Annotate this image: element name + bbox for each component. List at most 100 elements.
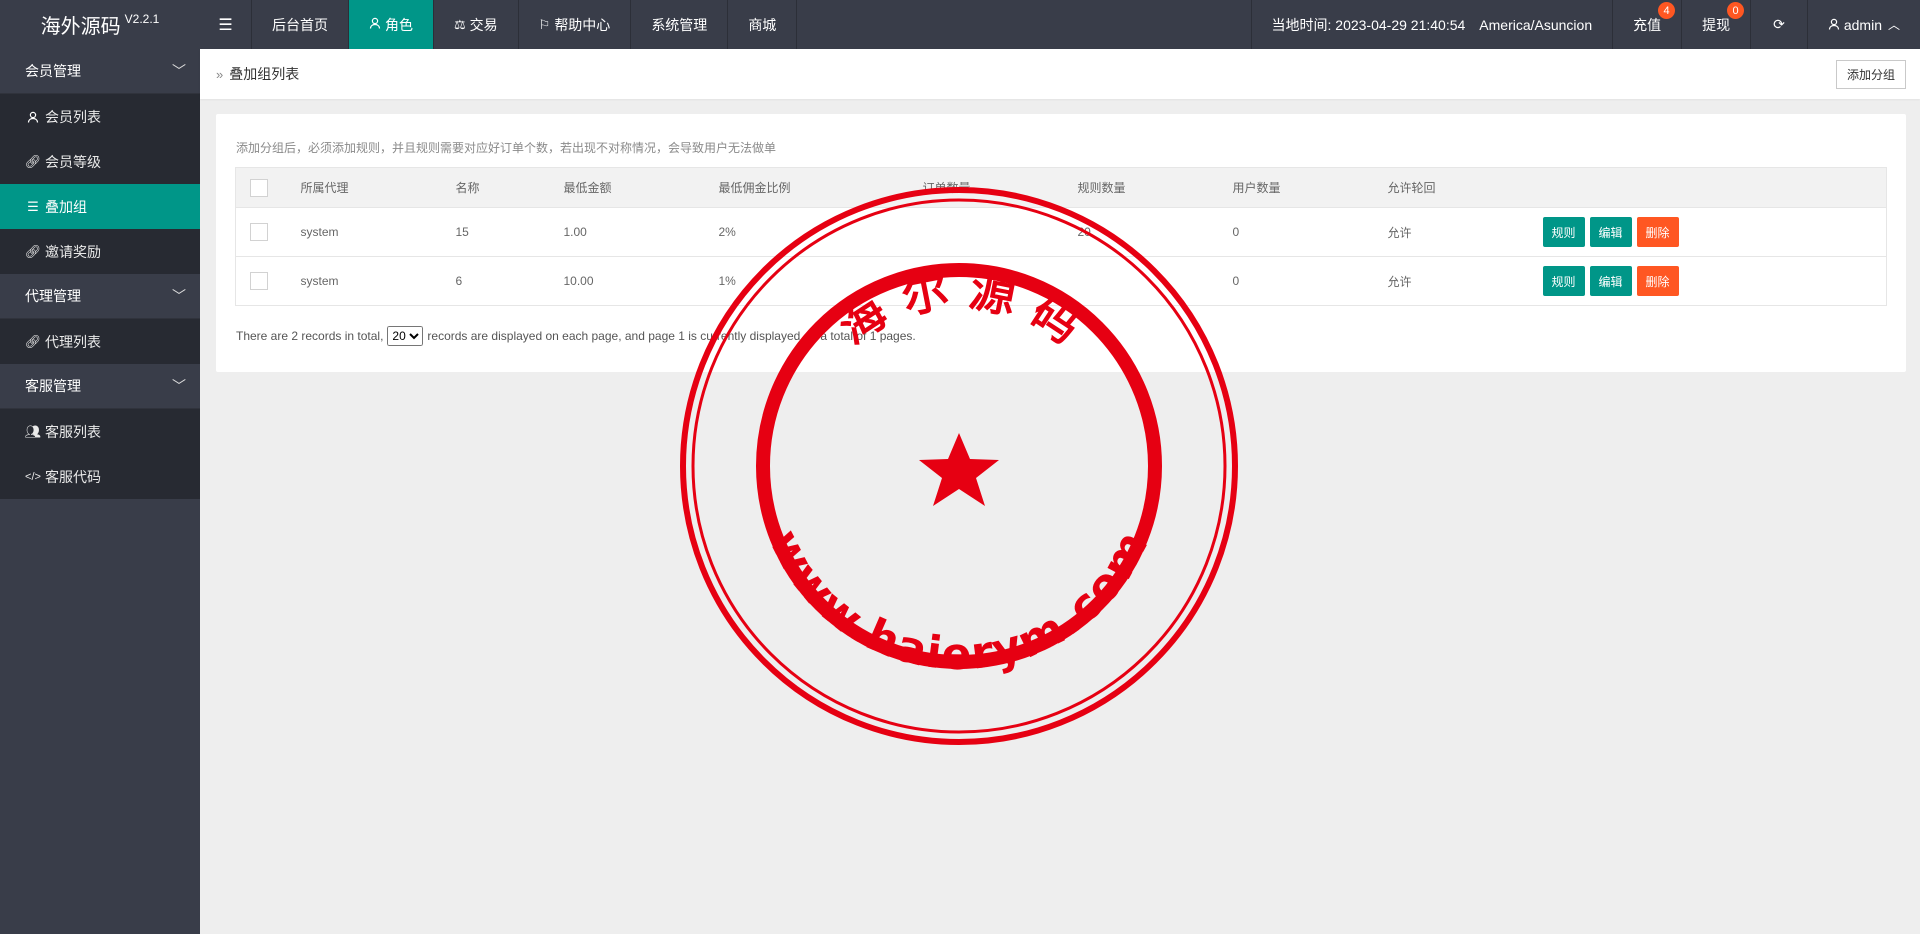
app-logo[interactable]: 海外源码 V2.2.1	[0, 0, 200, 49]
nav-shop-label: 商城	[748, 16, 777, 33]
list-icon: ☰	[27, 198, 39, 214]
sidebar-group-label: 客服管理	[25, 378, 81, 394]
cell-min-rate: 1%	[703, 256, 908, 306]
nav-help-label: 帮助中心	[554, 16, 611, 33]
recharge-label: 充值	[1633, 16, 1662, 33]
app-name: 海外源码	[40, 16, 121, 38]
flag-icon: ⚐	[538, 16, 551, 32]
sidebar-item-member-level[interactable]: 🔗︎ 会员等级	[0, 139, 200, 184]
cell-orders	[907, 256, 1063, 306]
col-min-amount: 最低金额	[548, 167, 704, 208]
cell-actions: 规则 编辑 删除	[1527, 256, 1887, 306]
pager-suffix: records are displayed on each page, and …	[427, 329, 916, 343]
edit-button[interactable]: 编辑	[1589, 217, 1632, 247]
menu-fold-icon[interactable]: ☰	[200, 0, 252, 49]
user-name: admin	[1843, 16, 1882, 33]
cell-orders	[907, 207, 1063, 257]
top-right-bar: 当地时间: 2023-04-29 21:40:54 America/Asunci…	[1250, 0, 1920, 49]
local-time: 当地时间: 2023-04-29 21:40:54 America/Asunci…	[1250, 0, 1613, 49]
withdraw-button[interactable]: 提现 0	[1681, 0, 1750, 49]
nav-system[interactable]: 系统管理	[631, 0, 729, 49]
table-card: 添加分组后，必须添加规则，并且规则需要对应好订单个数，若出现不对称情况，会导致用…	[216, 114, 1906, 372]
col-min-rate: 最低佣金比例	[703, 167, 908, 208]
nav-system-label: 系统管理	[651, 16, 708, 33]
chevron-up-icon: ︿	[1887, 18, 1900, 32]
main-content: » 叠加组列表 添加分组 添加分组后，必须添加规则，并且规则需要对应好订单个数，…	[200, 49, 1920, 934]
recharge-button[interactable]: 充值 4	[1612, 0, 1681, 49]
sidebar-group-service[interactable]: 客服管理 ﹀	[0, 364, 200, 409]
sidebar-item-label: 会员列表	[45, 108, 101, 125]
col-rules: 规则数量	[1062, 167, 1218, 208]
user-icon	[25, 111, 41, 123]
sidebar-item-agent-list[interactable]: 🔗︎ 代理列表	[0, 319, 200, 364]
cell-min-amount: 10.00	[548, 256, 704, 306]
link-icon: 🔗︎	[24, 333, 42, 349]
sidebar-item-invite-reward[interactable]: 🔗︎ 邀请奖励	[0, 229, 200, 274]
col-allow: 允许轮回	[1372, 167, 1528, 208]
recharge-badge: 4	[1658, 2, 1676, 19]
cell-name: 15	[440, 207, 549, 257]
sidebar-item-label: 叠加组	[45, 198, 87, 215]
edit-button[interactable]: 编辑	[1589, 266, 1632, 296]
add-group-button[interactable]: 添加分组	[1835, 60, 1906, 89]
rule-button[interactable]: 规则	[1542, 266, 1585, 296]
nav-help[interactable]: ⚐ 帮助中心	[519, 0, 632, 49]
sidebar: 会员管理 ﹀ 会员列表 🔗︎ 会员等级 ☰ 叠加组 🔗︎ 邀请奖励 代理管理 ﹀…	[0, 49, 200, 934]
sidebar-item-service-code[interactable]: </> 客服代码	[0, 454, 200, 499]
nav-trade[interactable]: ⚖ 交易	[434, 0, 519, 49]
sidebar-item-service-list[interactable]: 👥︎ 客服列表	[0, 409, 200, 454]
local-time-text: 当地时间: 2023-04-29 21:40:54	[1271, 16, 1466, 33]
per-page-select[interactable]: 20	[387, 326, 424, 346]
nav-trade-label: 交易	[469, 16, 498, 33]
page-title: 叠加组列表	[229, 66, 300, 82]
double-chevron-right-icon: »	[216, 66, 224, 82]
delete-button[interactable]: 删除	[1636, 217, 1679, 247]
nav-home-label: 后台首页	[272, 16, 328, 33]
cell-agent: system	[285, 207, 441, 257]
user-icon	[1828, 17, 1840, 33]
withdraw-label: 提现	[1702, 16, 1731, 33]
col-name: 名称	[440, 167, 549, 208]
nav-role-label: 角色	[385, 16, 413, 33]
scale-icon: ⚖	[454, 16, 466, 32]
timezone-text: America/Asuncion	[1479, 16, 1593, 33]
cell-min-rate: 2%	[703, 207, 908, 257]
sidebar-group-label: 会员管理	[25, 63, 81, 79]
select-all-checkbox[interactable]	[235, 167, 286, 208]
nav-role[interactable]: 角色	[349, 0, 434, 49]
delete-button[interactable]: 删除	[1636, 266, 1679, 296]
sidebar-item-member-list[interactable]: 会员列表	[0, 94, 200, 139]
sidebar-item-overlay-group[interactable]: ☰ 叠加组	[0, 184, 200, 229]
app-version: V2.2.1	[124, 11, 160, 26]
user-icon	[369, 17, 381, 32]
nav-home[interactable]: 后台首页	[252, 0, 349, 49]
sidebar-group-member[interactable]: 会员管理 ﹀	[0, 49, 200, 94]
col-agent: 所属代理	[285, 167, 441, 208]
row-checkbox[interactable]	[235, 207, 286, 257]
nav-shop[interactable]: 商城	[728, 0, 798, 49]
col-actions	[1527, 167, 1887, 208]
cell-agent: system	[285, 256, 441, 306]
table-row: system 6 10.00 1% 0 允许 规则 编辑 删除	[235, 256, 1887, 306]
chevron-down-icon: ﹀	[172, 288, 186, 304]
withdraw-badge: 0	[1727, 2, 1745, 19]
cell-min-amount: 1.00	[548, 207, 704, 257]
link-icon: 🔗︎	[24, 153, 42, 169]
pager-prefix: There are 2 records in total,	[236, 329, 384, 343]
breadcrumb: » 叠加组列表 添加分组	[200, 49, 1920, 99]
cell-allow: 允许	[1372, 256, 1528, 306]
rule-button[interactable]: 规则	[1542, 217, 1585, 247]
code-icon: </>	[25, 470, 41, 483]
refresh-icon[interactable]: ⟳	[1750, 0, 1807, 49]
pagination: There are 2 records in total, 20 records…	[236, 326, 916, 346]
row-checkbox[interactable]	[235, 256, 286, 306]
chevron-down-icon: ﹀	[172, 63, 186, 79]
cell-name: 6	[440, 256, 549, 306]
cell-users: 0	[1217, 207, 1373, 257]
sidebar-group-label: 代理管理	[25, 288, 81, 304]
cell-users: 0	[1217, 256, 1373, 306]
user-menu[interactable]: admin ︿	[1806, 0, 1920, 49]
top-bar: 海外源码 V2.2.1 ☰ 后台首页 角色 ⚖ 交易 ⚐ 帮助中心 系统管理 商城 …	[0, 0, 1920, 49]
sidebar-group-agent[interactable]: 代理管理 ﹀	[0, 274, 200, 319]
link-icon: 🔗︎	[24, 243, 42, 259]
